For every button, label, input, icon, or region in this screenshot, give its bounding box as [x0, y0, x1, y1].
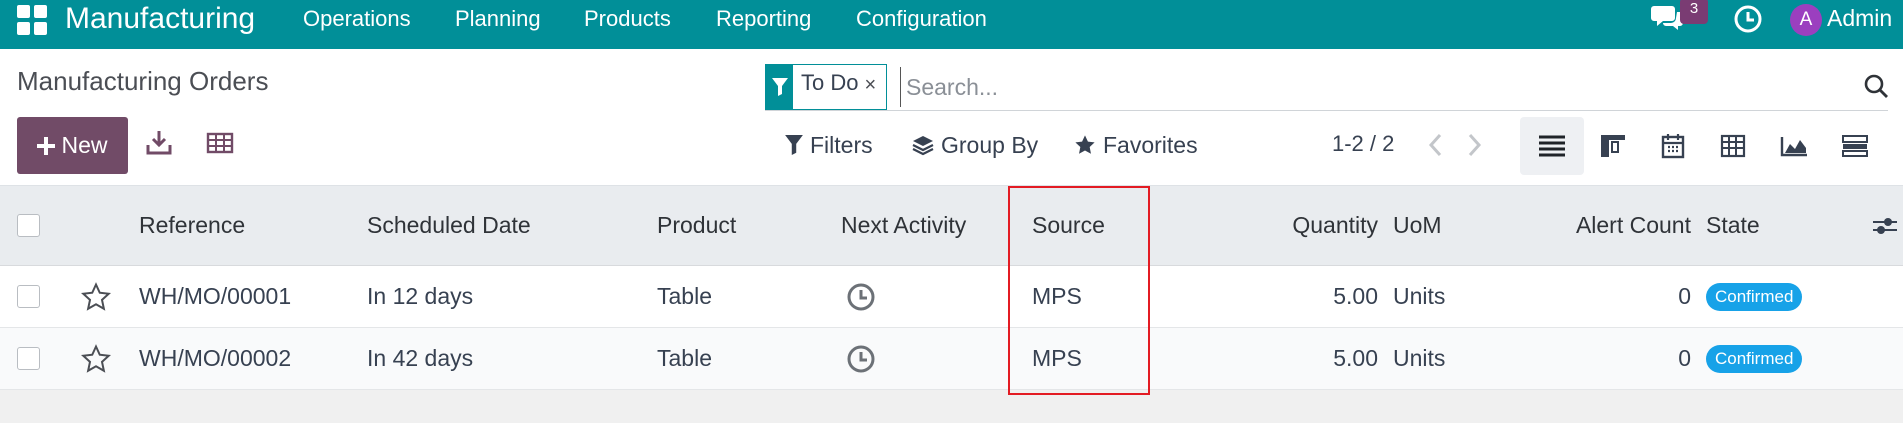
select-all-cell [17, 186, 40, 265]
star-icon [1075, 135, 1095, 154]
cell-state: Confirmed [1706, 328, 1803, 389]
table-header: Reference Scheduled Date Product Next Ac… [0, 186, 1903, 266]
cell-alert-count: 0 [1678, 345, 1691, 371]
user-avatar[interactable]: A [1790, 4, 1822, 36]
filter-icon [785, 135, 803, 155]
pager-previous-icon[interactable] [1425, 131, 1447, 159]
cell-state: Confirmed [1706, 266, 1803, 327]
row-select-cell [17, 328, 40, 389]
area-chart-icon [1780, 137, 1807, 157]
menu-reporting[interactable]: Reporting [716, 0, 811, 37]
facet-close-icon[interactable]: × [864, 65, 886, 109]
menu-operations[interactable]: Operations [303, 0, 411, 37]
view-pivot-button[interactable] [1701, 117, 1765, 175]
activity-clock-icon[interactable] [846, 328, 876, 389]
download-icon[interactable] [143, 127, 175, 159]
header-source[interactable]: Source [1032, 186, 1105, 265]
filter-facet-icon [766, 65, 793, 109]
plus-icon [37, 136, 56, 155]
header-scheduled-date[interactable]: Scheduled Date [367, 186, 531, 265]
header-reference[interactable]: Reference [139, 186, 245, 265]
cell-reference: WH/MO/00001 [139, 283, 292, 309]
pager-value[interactable]: 1-2 / 2 [1332, 131, 1394, 157]
new-button-label: New [61, 132, 108, 158]
cell-source: MPS [1032, 283, 1082, 309]
app-brand[interactable]: Manufacturing [65, 0, 255, 37]
header-quantity[interactable]: Quantity [1240, 186, 1378, 265]
cell-product: Table [657, 283, 712, 309]
control-panel: Manufacturing Orders To Do × New Filters [0, 49, 1903, 186]
activity-view-icon [1842, 135, 1868, 157]
kanban-view-icon [1601, 135, 1625, 157]
facet-label: To Do [801, 70, 859, 95]
view-graph-button[interactable] [1762, 117, 1826, 175]
cell-quantity: 5.00 [1333, 345, 1378, 371]
cell-reference: WH/MO/00002 [139, 345, 292, 371]
spreadsheet-icon[interactable] [204, 127, 236, 159]
cell-uom: Units [1393, 283, 1446, 309]
orders-table: Reference Scheduled Date Product Next Ac… [0, 186, 1903, 390]
row-select-cell [17, 266, 40, 327]
row-checkbox[interactable] [17, 347, 40, 370]
page-title[interactable]: Manufacturing Orders [17, 66, 268, 97]
view-activity-button[interactable] [1823, 117, 1887, 175]
chat-icon[interactable] [1650, 3, 1684, 33]
menu-configuration[interactable]: Configuration [856, 0, 987, 37]
header-alert-count[interactable]: Alert Count [1520, 186, 1691, 265]
table-row[interactable]: WH/MO/00001 In 12 days Table MPS 5.00 Un… [0, 266, 1903, 328]
cell-quantity: 5.00 [1333, 283, 1378, 309]
header-uom[interactable]: UoM [1393, 186, 1442, 265]
favorite-star-icon[interactable] [81, 266, 111, 327]
layers-icon [912, 136, 934, 156]
favorites-label: Favorites [1103, 131, 1198, 158]
filters-label: Filters [810, 131, 873, 158]
view-list-button[interactable] [1520, 117, 1584, 175]
view-calendar-button[interactable] [1641, 117, 1705, 175]
cell-source: MPS [1032, 345, 1082, 371]
menu-planning[interactable]: Planning [455, 0, 541, 37]
groupby-label: Group By [941, 131, 1039, 158]
cell-scheduled-date: In 42 days [367, 345, 474, 371]
cell-product: Table [657, 345, 712, 371]
calendar-view-icon [1661, 134, 1685, 159]
menu-products[interactable]: Products [584, 0, 671, 37]
header-product[interactable]: Product [657, 186, 736, 265]
search-input[interactable] [900, 67, 1800, 107]
header-state[interactable]: State [1706, 186, 1760, 265]
row-checkbox[interactable] [17, 285, 40, 308]
activity-clock-icon[interactable] [1733, 4, 1763, 34]
cell-uom: Units [1393, 345, 1446, 371]
chat-count-badge: 3 [1680, 0, 1708, 24]
groupby-button[interactable]: Group By [912, 127, 1038, 163]
status-badge: Confirmed [1706, 344, 1803, 373]
search-bar: To Do × [765, 63, 1888, 111]
list-view-icon [1539, 135, 1565, 157]
table-row[interactable]: WH/MO/00002 In 42 days Table MPS 5.00 Un… [0, 328, 1903, 390]
search-facet: To Do × [765, 64, 888, 110]
new-button[interactable]: New [17, 117, 128, 174]
filters-button[interactable]: Filters [785, 127, 873, 163]
header-next-activity[interactable]: Next Activity [841, 186, 966, 265]
status-badge: Confirmed [1706, 282, 1803, 311]
select-all-checkbox[interactable] [17, 214, 40, 237]
activity-clock-icon[interactable] [846, 266, 876, 327]
pager-next-icon[interactable] [1463, 131, 1485, 159]
cell-alert-count: 0 [1678, 283, 1691, 309]
optional-columns-icon[interactable] [1872, 186, 1898, 265]
favorites-button[interactable]: Favorites [1074, 127, 1198, 163]
favorite-star-icon[interactable] [81, 328, 111, 389]
cell-scheduled-date: In 12 days [367, 283, 474, 309]
view-kanban-button[interactable] [1581, 117, 1645, 175]
pivot-view-icon [1720, 134, 1746, 158]
user-name[interactable]: Admin [1827, 0, 1892, 37]
top-navbar: Manufacturing Operations Planning Produc… [0, 0, 1903, 49]
apps-menu-icon[interactable] [17, 5, 47, 35]
search-icon[interactable] [1863, 73, 1889, 99]
